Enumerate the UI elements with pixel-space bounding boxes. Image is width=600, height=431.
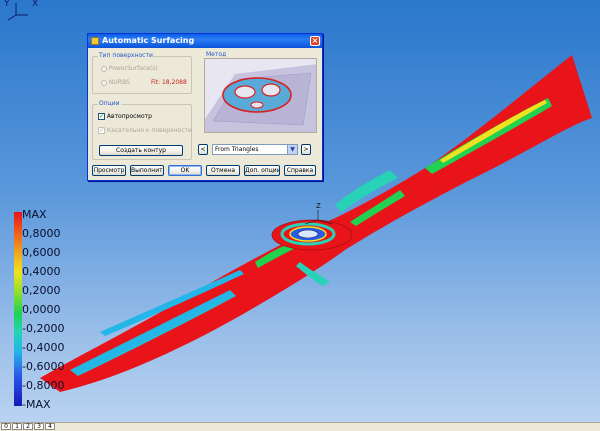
hub-core: [297, 229, 319, 239]
ok-button[interactable]: OK: [168, 165, 202, 176]
checkbox-autopreview-label: Автопросмотр: [106, 113, 152, 120]
method-select-value: From Triangles: [215, 146, 259, 153]
dialog-title: Automatic Surfacing: [102, 36, 195, 45]
method-group-title: Метод: [206, 51, 227, 58]
tab-2[interactable]: 2: [23, 423, 33, 430]
legend-label: 0,6000: [22, 246, 61, 259]
triad-x-label: X: [32, 0, 39, 9]
legend-label: 0,2000: [22, 284, 61, 297]
color-legend: MAX 0,8000 0,6000 0,4000 0,2000 0,0000 -…: [14, 209, 74, 414]
execute-button[interactable]: Выполнить: [130, 165, 164, 176]
legend-label: MAX: [22, 208, 47, 221]
radio-nurbs[interactable]: NURBS: [101, 79, 130, 86]
legend-label: -0,2000: [22, 322, 65, 335]
automatic-surfacing-dialog: Automatic Surfacing × Тип поверхности Po…: [87, 33, 323, 181]
legend-label: 0,8000: [22, 227, 61, 240]
surface-type-group: Тип поверхности PowerSurface(s) NURBS Fi…: [92, 52, 192, 94]
checkbox-tangent-label: Касательно к поверхности: [106, 127, 192, 134]
dialog-titlebar[interactable]: Automatic Surfacing ×: [88, 34, 322, 48]
legend-label: -0,4000: [22, 341, 65, 354]
tab-3[interactable]: 3: [34, 423, 44, 430]
legend-label: -0,6000: [22, 360, 65, 373]
legend-label: -MAX: [22, 398, 51, 411]
radio-powersurface-label: PowerSurface(s): [108, 65, 158, 72]
radio-circle-icon: [101, 79, 107, 86]
help-button[interactable]: Справка: [284, 165, 316, 176]
options-group-title: Опции: [98, 100, 121, 107]
next-method-button[interactable]: >: [301, 144, 311, 155]
chevron-down-icon[interactable]: ▼: [287, 145, 297, 154]
close-icon[interactable]: ×: [310, 36, 320, 46]
more-options-button[interactable]: Доп. опции: [244, 165, 280, 176]
cancel-button[interactable]: Отмена: [206, 165, 240, 176]
legend-color-bar: [14, 212, 22, 406]
create-contour-button[interactable]: Создать контур: [99, 145, 183, 156]
checkbox-tangent[interactable]: ✓ Касательно к поверхности: [98, 127, 192, 134]
radio-circle-icon: [101, 65, 107, 72]
radio-powersurface[interactable]: PowerSurface(s): [101, 65, 158, 72]
checkbox-autopreview[interactable]: ✓ Автопросмотр: [98, 113, 152, 120]
options-group: Опции ✓ Автопросмотр ✓ Касательно к пове…: [92, 100, 192, 160]
prev-method-button[interactable]: <: [198, 144, 208, 155]
preview-button[interactable]: Просмотр: [92, 165, 126, 176]
model-axis-label-z: Z: [316, 202, 321, 210]
checkmark-icon: ✓: [98, 112, 105, 120]
radio-nurbs-label: NURBS: [108, 79, 130, 86]
legend-label: -0,8000: [22, 379, 65, 392]
app-icon: [91, 37, 99, 45]
tab-1[interactable]: 1: [12, 423, 22, 430]
view-axis-triad: Y X: [2, 0, 46, 22]
method-preview-image: [204, 58, 317, 133]
surface-type-group-title: Тип поверхности: [98, 52, 154, 59]
legend-label: 0,0000: [22, 303, 61, 316]
lower-blade-stripe: [70, 290, 236, 376]
fit-value: Fit: 18,2088: [151, 79, 187, 86]
tab-4[interactable]: 4: [45, 423, 55, 430]
legend-label: 0,4000: [22, 265, 61, 278]
triad-y-label: Y: [4, 0, 10, 9]
checkmark-icon: ✓: [98, 126, 105, 134]
tab-0[interactable]: 0: [1, 423, 11, 430]
method-select[interactable]: From Triangles ▼: [212, 144, 298, 155]
